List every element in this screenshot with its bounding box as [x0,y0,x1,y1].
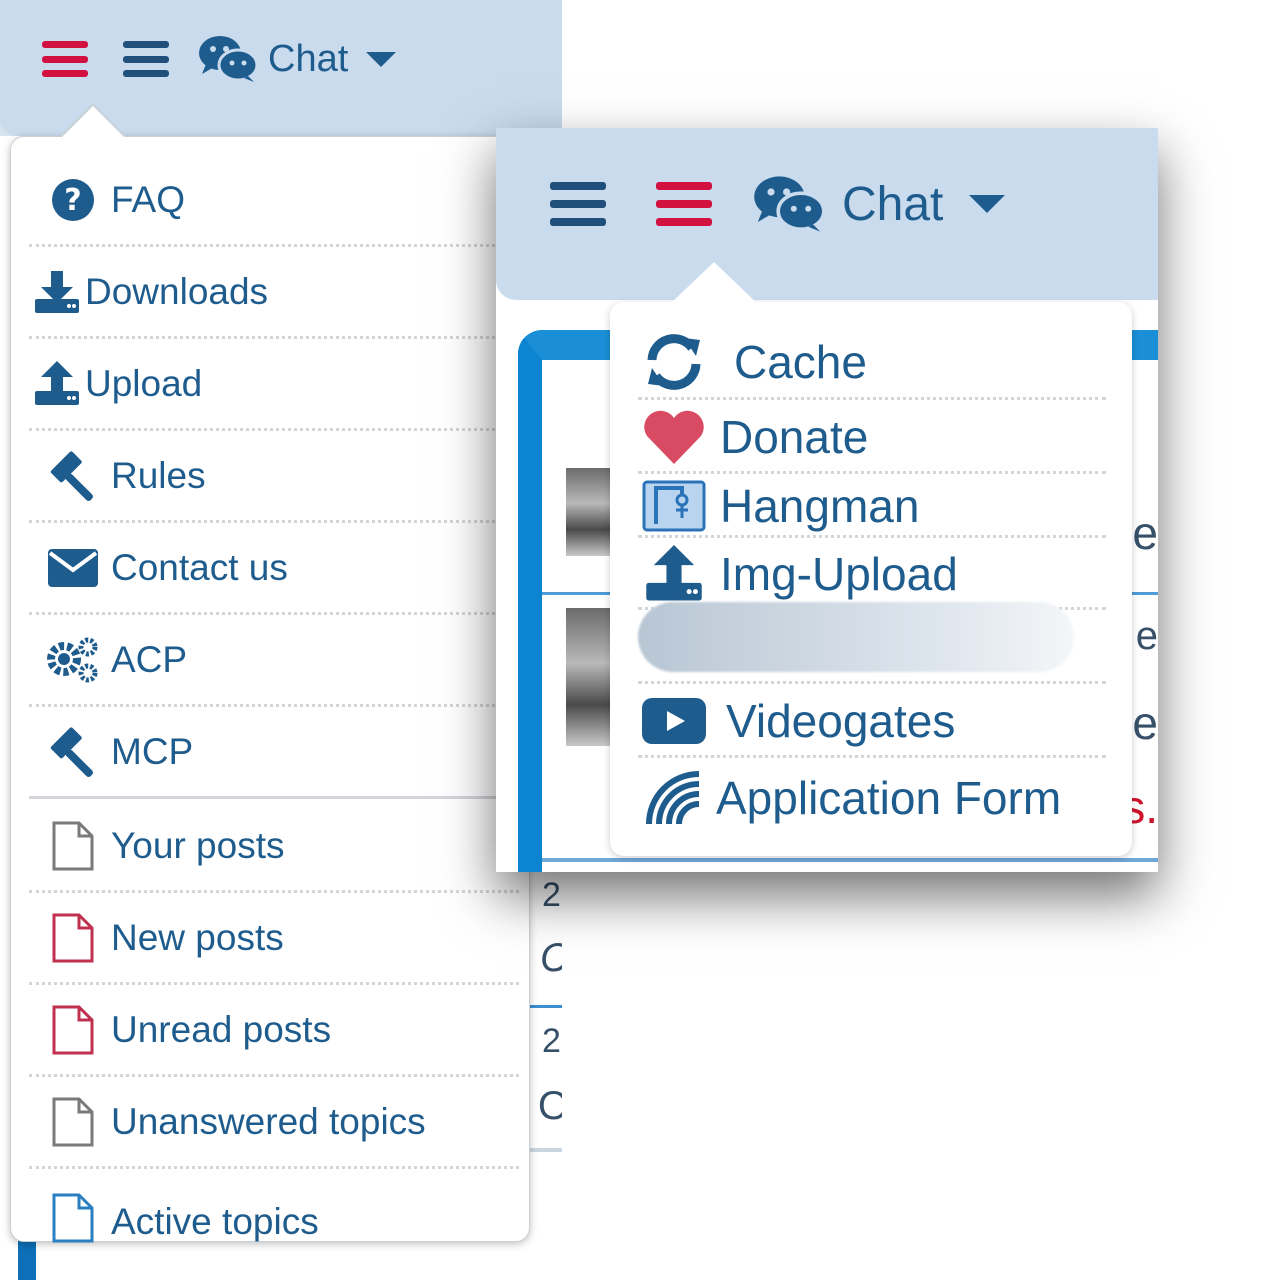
envelope-icon [43,543,103,593]
menu-item-application-form[interactable]: Application Form [638,760,1106,836]
redacted-menu-item[interactable] [638,602,1074,672]
menu-item-upload[interactable]: Upload [29,339,519,431]
heart-icon [638,407,710,467]
thumbnail-image [566,468,610,556]
chat-label: Chat [842,177,944,231]
file-icon [43,1005,103,1055]
main-menu-toggle[interactable] [42,41,88,77]
peek-text: C [540,936,562,981]
question-circle-icon: ? [43,175,103,225]
hangman-icon [638,476,710,536]
refresh-icon [638,332,710,392]
menu-item-label: Unanswered topics [111,1100,426,1142]
dropdown-pointer [61,106,125,138]
file-icon [43,913,103,963]
menu-item-hangman[interactable]: Hangman [638,476,1106,538]
gavel-icon [43,450,103,501]
menu-item-unread-posts[interactable]: Unread posts [29,985,519,1077]
menu-item-your-posts[interactable]: Your posts [29,801,519,893]
peek-text: e [1132,507,1158,559]
peek-text: 2 [542,876,561,914]
menu-item-label: Rules [111,454,206,496]
menu-item-acp[interactable]: ACP [29,615,519,707]
menu-item-mcp[interactable]: MCP [29,707,519,799]
menu-item-contact-us[interactable]: Contact us [29,523,519,615]
menu-item-label: Cache [734,335,867,388]
dropdown-pointer [670,262,758,304]
menu-item-label: FAQ [111,178,186,220]
thumbnail-image [566,608,610,746]
right-screenshot: e e e s. Chat Cache Donate Hangman Img-U… [496,128,1158,872]
menu-item-cache[interactable]: Cache [638,326,1106,400]
menu-item-label: Application Form [716,772,1062,824]
menu-item-label: Donate [720,410,869,463]
divider [530,1005,562,1008]
menu-item-label: Unread posts [111,1008,332,1050]
peek-text: O [538,1084,562,1128]
menu-item-label: ACP [111,638,188,680]
chevron-down-icon [366,51,397,67]
signal-icon [638,768,710,828]
menu-item-label: Hangman [720,479,920,532]
menu-item-label: Downloads [85,270,269,312]
main-menu-dropdown: ? FAQ Downloads Upload Rules Contact us … [10,103,530,1243]
download-icon [29,267,85,317]
peek-text: 2 [542,1022,561,1060]
main-menu-toggle[interactable] [550,182,606,226]
menu-item-rules[interactable]: Rules [29,431,519,523]
hamburger-icon [656,182,712,226]
chat-dropdown-button[interactable]: Chat [198,34,397,84]
extra-menu-toggle[interactable] [656,182,712,226]
menu-item-label: Upload [85,362,203,404]
file-icon [43,821,103,871]
menu-item-label: Img-Upload [720,547,958,600]
extra-menu-dropdown: Cache Donate Hangman Img-Upload Videogat… [610,262,1132,856]
menu-item-downloads[interactable]: Downloads [29,247,519,339]
gears-icon [43,635,103,685]
menu-item-videogates[interactable]: Videogates [638,686,1106,758]
extra-menu-toggle[interactable] [123,41,169,77]
menu-item-img-upload[interactable]: Img-Upload [638,540,1106,610]
chevron-down-icon [969,195,1006,213]
hamburger-icon [42,41,88,77]
wechat-icon [754,176,826,232]
menu-item-faq[interactable]: ? FAQ [29,155,519,247]
gavel-icon [43,726,103,777]
peek-text: e [1135,614,1158,658]
chat-dropdown-button[interactable]: Chat [752,174,1006,234]
stage: 2 C 2 O Chat [0,0,1280,1280]
left-screenshot: 2 C 2 O Chat [0,0,562,1280]
chat-label: Chat [268,37,349,80]
menu-item-label: Active topics [111,1201,319,1242]
hamburger-icon [550,182,606,226]
peek-text: e [1132,697,1158,749]
wechat-icon [199,36,258,82]
file-icon [43,1097,103,1147]
menu-item-label: New posts [111,916,284,958]
page-edge-accent [18,1240,36,1280]
menu-item-active-topics[interactable]: Active topics [29,1169,519,1243]
youtube-icon [638,691,710,751]
file-icon [43,1193,103,1243]
menu-item-unanswered-topics[interactable]: Unanswered topics [29,1077,519,1169]
menu-item-label: Videogates [726,694,956,747]
menu-item-label: Contact us [111,546,288,588]
svg-text:?: ? [64,183,81,218]
menu-item-new-posts[interactable]: New posts [29,893,519,985]
menu-item-label: MCP [111,730,194,772]
upload-icon [29,359,85,409]
divider [542,858,1158,862]
menu-item-label: Your posts [111,824,285,866]
divider [530,1148,562,1152]
menu-item-donate[interactable]: Donate [638,402,1106,474]
hamburger-icon [123,41,169,77]
upload-icon [638,544,710,604]
